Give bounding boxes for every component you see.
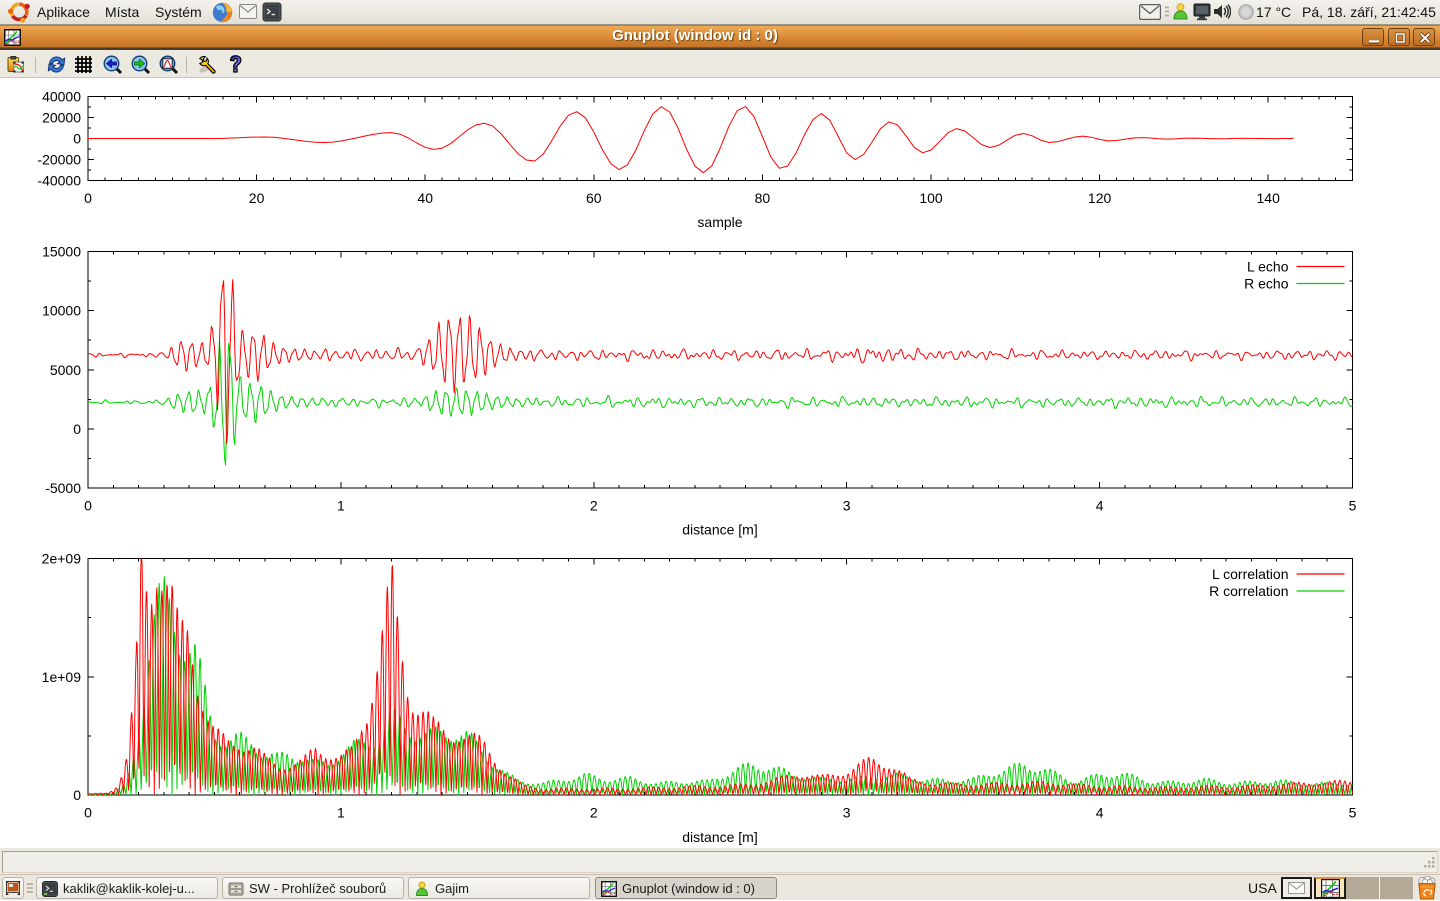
svg-text:100: 100 (919, 190, 943, 206)
svg-text:0: 0 (73, 131, 81, 147)
svg-text:-40000: -40000 (37, 173, 81, 189)
svg-text:5: 5 (1349, 498, 1357, 514)
svg-text:2e+09: 2e+09 (42, 551, 82, 567)
svg-text:L echo: L echo (1247, 259, 1289, 275)
svg-text:20000: 20000 (42, 110, 81, 126)
svg-text:R correlation: R correlation (1209, 583, 1288, 599)
svg-text:80: 80 (755, 190, 771, 206)
svg-text:L correlation: L correlation (1212, 566, 1289, 582)
svg-text:5000: 5000 (50, 362, 81, 378)
svg-text:distance [m]: distance [m] (682, 522, 757, 538)
svg-text:-5000: -5000 (45, 480, 81, 496)
svg-text:1e+09: 1e+09 (42, 669, 82, 685)
svg-text:40: 40 (417, 190, 433, 206)
svg-text:2: 2 (590, 805, 598, 821)
svg-text:R echo: R echo (1244, 276, 1289, 292)
svg-text:1: 1 (337, 498, 345, 514)
svg-text:140: 140 (1257, 190, 1281, 206)
svg-text:-20000: -20000 (37, 152, 81, 168)
svg-text:2: 2 (590, 498, 598, 514)
svg-text:0: 0 (84, 805, 92, 821)
svg-text:0: 0 (84, 190, 92, 206)
svg-text:4: 4 (1096, 805, 1104, 821)
svg-text:3: 3 (843, 498, 851, 514)
svg-text:40000: 40000 (42, 89, 81, 105)
svg-text:10000: 10000 (42, 303, 81, 319)
svg-text:4: 4 (1096, 498, 1104, 514)
svg-text:0: 0 (84, 498, 92, 514)
svg-text:1: 1 (337, 805, 345, 821)
svg-text:0: 0 (73, 787, 81, 803)
svg-text:0: 0 (73, 421, 81, 437)
svg-text:120: 120 (1088, 190, 1112, 206)
svg-text:sample: sample (697, 214, 742, 230)
svg-text:5: 5 (1349, 805, 1357, 821)
svg-text:15000: 15000 (42, 244, 81, 260)
svg-text:20: 20 (249, 190, 265, 206)
svg-text:3: 3 (843, 805, 851, 821)
svg-text:distance [m]: distance [m] (682, 829, 757, 845)
svg-text:60: 60 (586, 190, 602, 206)
